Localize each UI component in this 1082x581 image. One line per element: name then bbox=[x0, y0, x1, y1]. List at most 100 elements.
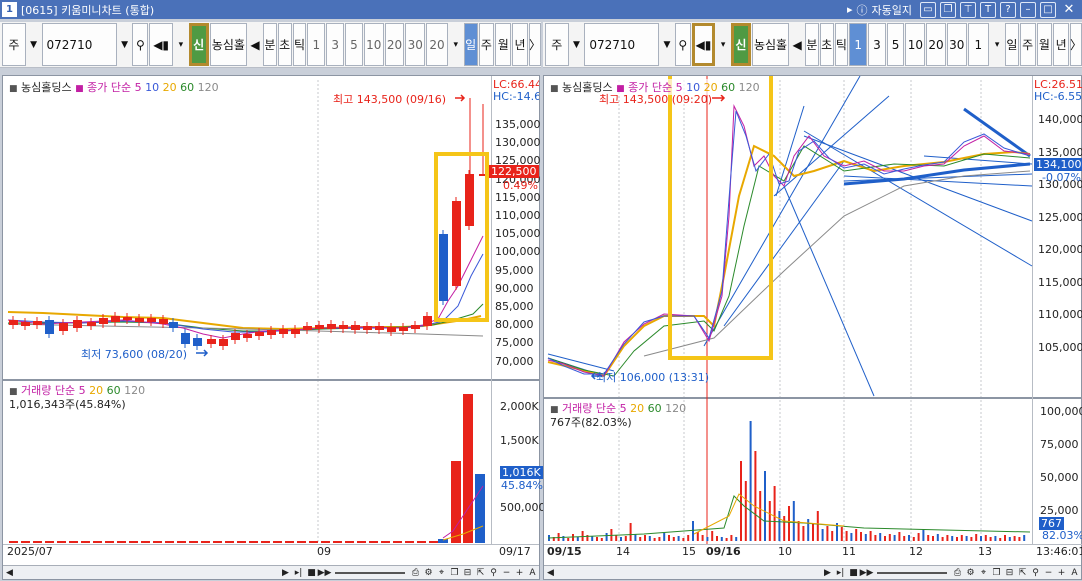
font-icon[interactable]: T bbox=[980, 1, 996, 18]
left-period-sec[interactable]: 초 bbox=[277, 23, 292, 66]
right-period-sec[interactable]: 초 bbox=[819, 23, 834, 66]
left-period-min[interactable]: 분 bbox=[262, 23, 277, 66]
zoom-in-icon[interactable]: + bbox=[513, 567, 526, 579]
cursor-icon[interactable]: ⇱ bbox=[474, 567, 487, 579]
play-icon[interactable]: ▶ bbox=[821, 567, 834, 579]
right-day-button[interactable]: 일 bbox=[1004, 23, 1019, 66]
zoom-out-icon[interactable]: − bbox=[500, 567, 513, 579]
print-icon[interactable]: ⎙ bbox=[951, 567, 964, 579]
crosshair-icon[interactable]: ⌖ bbox=[435, 567, 448, 579]
left-type-select[interactable]: 주 bbox=[2, 23, 26, 66]
layout-icon[interactable]: ▭ bbox=[920, 1, 936, 18]
stop-icon[interactable]: ■ bbox=[305, 567, 318, 579]
right-next-arrow[interactable]: 〉 bbox=[1070, 23, 1082, 66]
left-stock-name[interactable]: 농심홀 bbox=[209, 23, 248, 66]
right-num-20[interactable]: 20 bbox=[926, 23, 946, 66]
cursor-icon[interactable]: ⇱ bbox=[1016, 567, 1029, 579]
left-week-button[interactable]: 주 bbox=[478, 23, 495, 66]
right-stock-code-input[interactable]: 072710 bbox=[584, 23, 660, 66]
zoom-icon[interactable]: ⚲ bbox=[1029, 567, 1042, 579]
right-num-5[interactable]: 5 bbox=[886, 23, 905, 66]
left-shin-button[interactable]: 신 bbox=[188, 23, 209, 66]
speaker-icon[interactable]: ◀▮ bbox=[691, 23, 716, 66]
right-chart-panel[interactable]: ■ 농심홀딩스 ■ 종가 단순 5 10 20 60 120 LC:26.51 … bbox=[543, 75, 1082, 580]
pin-icon[interactable]: ⊤ bbox=[960, 1, 976, 18]
right-week-button[interactable]: 주 bbox=[1019, 23, 1036, 66]
stop-icon[interactable]: ■ bbox=[847, 567, 860, 579]
left-stock-code-input[interactable]: 072710 bbox=[41, 23, 117, 66]
fast-forward-icon[interactable]: ▶▶ bbox=[860, 567, 874, 579]
zoom-slider[interactable] bbox=[335, 571, 405, 574]
chevron-down-icon[interactable]: ▾ bbox=[449, 23, 463, 66]
settings-icon[interactable]: ⚙ bbox=[964, 567, 977, 579]
candle bbox=[423, 316, 432, 326]
left-month-button[interactable]: 월 bbox=[495, 23, 512, 66]
right-period-tick[interactable]: 틱 bbox=[834, 23, 849, 66]
right-stock-name[interactable]: 농심홀 bbox=[751, 23, 790, 66]
left-num-1[interactable]: 1 bbox=[307, 23, 326, 66]
speaker-icon[interactable]: ◀▮ bbox=[149, 23, 173, 66]
play-icon[interactable]: ▸ bbox=[847, 3, 853, 16]
right-type-select[interactable]: 주 bbox=[545, 23, 569, 66]
scroll-left-icon[interactable]: ◀ bbox=[544, 567, 557, 579]
settings-icon[interactable]: ⚙ bbox=[422, 567, 435, 579]
copy-icon[interactable]: ❐ bbox=[448, 567, 461, 579]
scroll-left-icon[interactable]: ◀ bbox=[3, 567, 16, 579]
chevron-down-icon[interactable]: ▾ bbox=[716, 23, 730, 66]
maximize-icon[interactable]: □ bbox=[1040, 1, 1056, 18]
right-num-1[interactable]: 1 bbox=[849, 23, 868, 66]
text-icon[interactable]: A bbox=[526, 567, 539, 579]
play-icon[interactable]: ▶ bbox=[279, 567, 292, 579]
collapse-icon[interactable]: ◀ bbox=[248, 23, 262, 66]
chevron-down-icon[interactable]: ▼ bbox=[570, 23, 584, 66]
left-num-30[interactable]: 30 bbox=[405, 23, 426, 66]
left-num-3[interactable]: 3 bbox=[326, 23, 345, 66]
left-day-button[interactable]: 일 bbox=[463, 23, 478, 66]
close-icon[interactable]: ✕ bbox=[1060, 2, 1078, 18]
left-year-button[interactable]: 년 bbox=[512, 23, 528, 66]
chevron-down-icon[interactable]: ▾ bbox=[174, 23, 188, 66]
right-count-input[interactable]: 1 bbox=[967, 23, 990, 66]
chevron-down-icon[interactable]: ▾ bbox=[990, 23, 1004, 66]
right-month-button[interactable]: 월 bbox=[1036, 23, 1053, 66]
right-period-min[interactable]: 분 bbox=[804, 23, 819, 66]
search-icon[interactable]: ⚲ bbox=[674, 23, 691, 66]
left-count-input[interactable]: 20 bbox=[426, 23, 448, 66]
left-period-tick[interactable]: 틱 bbox=[292, 23, 307, 66]
left-scrollbar[interactable]: ◀ ▶ ▸| ■ ▶▶ ⎙ ⚙ ⌖ ❐ ⊟ ⇱ ⚲ − + A bbox=[3, 565, 539, 579]
tool-icon[interactable]: ⊟ bbox=[1003, 567, 1016, 579]
left-next-arrow[interactable]: 〉 bbox=[528, 23, 541, 66]
left-chart-panel[interactable]: ■ 농심홀딩스 ■ 종가 단순 5 10 20 60 120 LC:66.44 … bbox=[2, 75, 546, 580]
crosshair-icon[interactable]: ⌖ bbox=[977, 567, 990, 579]
zoom-in-icon[interactable]: + bbox=[1055, 567, 1068, 579]
minimize-icon[interactable]: – bbox=[1020, 1, 1036, 18]
tool-icon[interactable]: ⊟ bbox=[461, 567, 474, 579]
help-icon[interactable]: ? bbox=[1000, 1, 1016, 18]
zoom-slider[interactable] bbox=[877, 571, 947, 574]
collapse-icon[interactable]: ◀ bbox=[790, 23, 804, 66]
chevron-down-icon[interactable]: ▼ bbox=[27, 23, 41, 66]
step-icon[interactable]: ▸| bbox=[292, 567, 305, 579]
right-num-3[interactable]: 3 bbox=[868, 23, 886, 66]
zoom-out-icon[interactable]: − bbox=[1042, 567, 1055, 579]
left-num-5[interactable]: 5 bbox=[345, 23, 363, 66]
auto-journal-button[interactable]: 자동일지 bbox=[872, 2, 912, 18]
copy-icon[interactable]: ❐ bbox=[940, 1, 956, 18]
zoom-icon[interactable]: ⚲ bbox=[487, 567, 500, 579]
info-icon[interactable]: ⓘ bbox=[857, 2, 868, 18]
left-num-20[interactable]: 20 bbox=[384, 23, 405, 66]
print-icon[interactable]: ⎙ bbox=[409, 567, 422, 579]
chevron-down-icon[interactable]: ▼ bbox=[660, 23, 674, 66]
copy-icon[interactable]: ❐ bbox=[990, 567, 1003, 579]
right-num-30[interactable]: 30 bbox=[946, 23, 967, 66]
right-scrollbar[interactable]: ◀ ▶ ▸| ■ ▶▶ ⎙ ⚙ ⌖ ❐ ⊟ ⇱ ⚲ − + A bbox=[544, 565, 1081, 579]
step-icon[interactable]: ▸| bbox=[834, 567, 847, 579]
search-icon[interactable]: ⚲ bbox=[132, 23, 149, 66]
fast-forward-icon[interactable]: ▶▶ bbox=[318, 567, 332, 579]
text-icon[interactable]: A bbox=[1068, 567, 1081, 579]
right-num-10[interactable]: 10 bbox=[905, 23, 926, 66]
right-shin-button[interactable]: 신 bbox=[731, 23, 751, 66]
left-num-10[interactable]: 10 bbox=[363, 23, 384, 66]
right-year-button[interactable]: 년 bbox=[1053, 23, 1069, 66]
chevron-down-icon[interactable]: ▼ bbox=[118, 23, 132, 66]
